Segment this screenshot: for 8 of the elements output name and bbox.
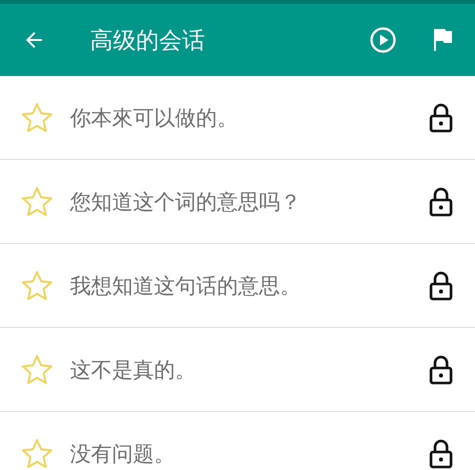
screen-title: 高级的会话 [90, 26, 206, 56]
phrase-text: 你本來可以做的。 [70, 104, 239, 132]
phrase-text: 我想知道这句话的意思。 [70, 272, 302, 300]
flag-icon [432, 28, 454, 52]
phrase-text: 这不是真的。 [70, 356, 197, 384]
phrase-text: 您知道这个词的意思吗？ [70, 188, 302, 216]
phrase-text: 没有问题。 [70, 440, 176, 468]
play-icon [369, 26, 397, 54]
